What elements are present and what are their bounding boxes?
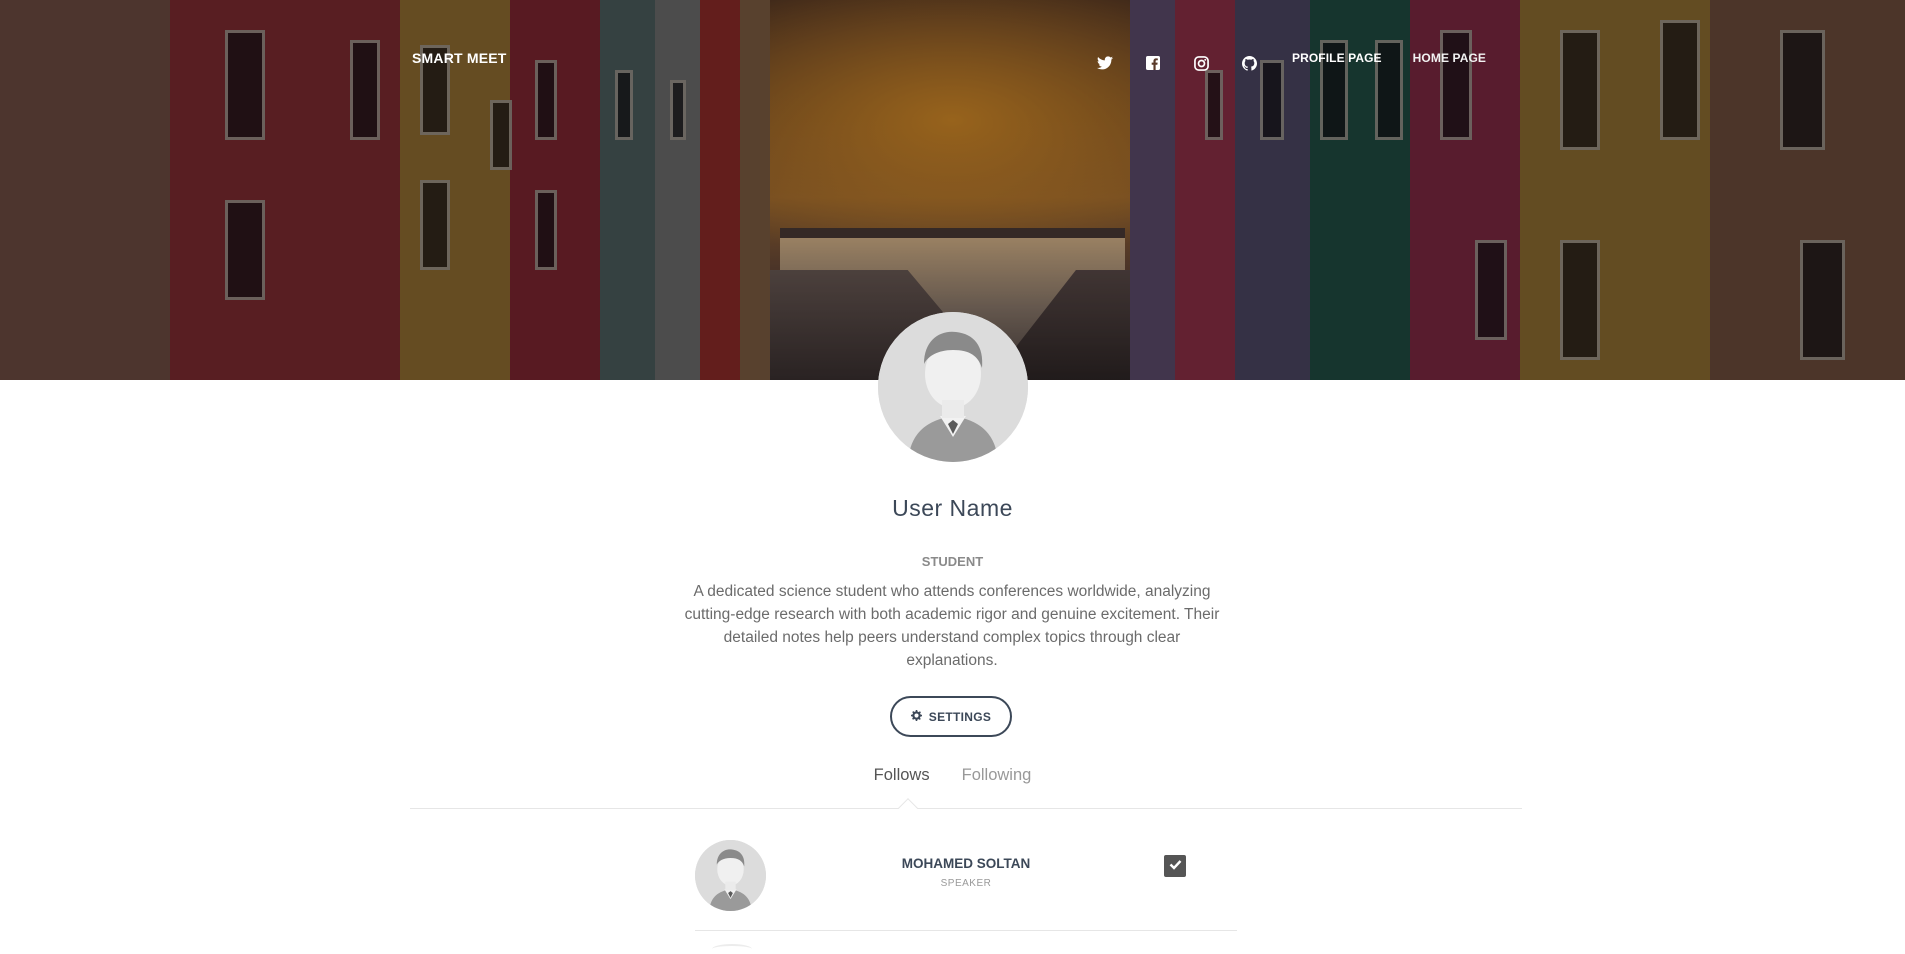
settings-button[interactable]: SETTINGS <box>890 696 1012 737</box>
gear-icon <box>910 708 922 726</box>
brand-logo[interactable]: SMART MEET <box>412 50 507 66</box>
follow-checkbox[interactable] <box>1164 855 1186 877</box>
person-role: SPEAKER <box>940 878 992 889</box>
nav-link-home-page[interactable]: HOME PAGE <box>1413 51 1486 65</box>
instagram-icon[interactable] <box>1190 52 1212 74</box>
navbar: SMART MEET PROFILE PAGE HOME PAGE <box>0 0 1905 120</box>
tab-following[interactable]: Following <box>962 766 1032 785</box>
github-icon[interactable] <box>1238 52 1260 74</box>
tab-follows[interactable]: Follows <box>874 766 930 785</box>
twitter-icon[interactable] <box>1094 52 1116 74</box>
person-name: MOHAMED SOLTAN <box>901 856 1031 871</box>
avatar <box>695 840 766 911</box>
user-role: STUDENT <box>921 554 984 569</box>
nav-link-profile-page[interactable]: PROFILE PAGE <box>1292 51 1382 65</box>
tabs: Follows Following <box>0 766 1905 785</box>
tabs-divider <box>410 808 1522 809</box>
social-icons <box>1094 52 1260 74</box>
facebook-icon[interactable] <box>1142 52 1164 74</box>
nav-links: PROFILE PAGE HOME PAGE <box>1292 51 1486 65</box>
settings-label: SETTINGS <box>928 709 992 724</box>
check-icon <box>1169 857 1182 875</box>
next-list-item-avatar-peek <box>712 944 752 954</box>
user-bio: A dedicated science student who attends … <box>684 583 1220 669</box>
user-name: User Name <box>892 495 1013 521</box>
active-tab-indicator <box>898 798 918 818</box>
list-item: MOHAMED SOLTAN SPEAKER <box>695 838 1237 931</box>
avatar <box>878 312 1028 462</box>
